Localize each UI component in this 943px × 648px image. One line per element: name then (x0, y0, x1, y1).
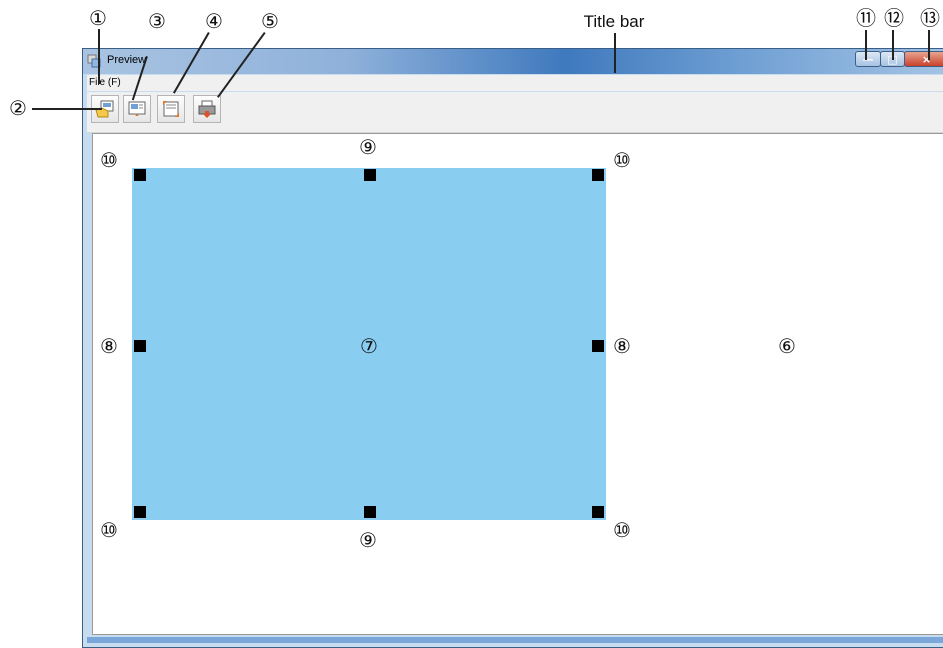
callout-10-top-right: ⑩ (613, 148, 631, 172)
callout-13: ⑬ (920, 6, 940, 30)
minimize-icon: — (862, 52, 874, 66)
callout-12: ⑫ (884, 6, 904, 30)
callout-8-left: ⑧ (100, 334, 118, 358)
menu-bar: File (F) (87, 75, 943, 91)
callout-9-top: ⑨ (359, 135, 377, 159)
leader-line-13 (928, 30, 930, 60)
leader-line-11 (865, 30, 867, 60)
fit-page-icon (163, 101, 179, 117)
callout-9-bottom: ⑨ (359, 528, 377, 552)
page-setup-icon (128, 101, 146, 116)
callout-10-bottom-left: ⑩ (100, 518, 118, 542)
print-icon (198, 100, 216, 118)
print-button[interactable] (193, 95, 221, 123)
callout-5: ⑤ (261, 9, 279, 33)
callout-10-bottom-right: ⑩ (613, 518, 631, 542)
resize-handle-bottom-right[interactable] (592, 506, 604, 518)
title-bar-leader-line (614, 33, 616, 73)
callout-6: ⑥ (778, 334, 796, 358)
callout-10-top-left: ⑩ (100, 148, 118, 172)
menu-file[interactable]: File (F) (89, 77, 121, 88)
leader-line-12 (892, 30, 894, 60)
callout-7: ⑦ (360, 334, 378, 358)
resize-handle-top[interactable] (364, 169, 376, 181)
resize-handle-top-left[interactable] (134, 169, 146, 181)
callout-3: ③ (148, 9, 166, 33)
window-title: Preview (107, 54, 147, 66)
callout-8-right: ⑧ (613, 334, 631, 358)
callout-4: ④ (205, 9, 223, 33)
leader-line-2 (32, 108, 102, 110)
callout-11: ⑪ (856, 6, 876, 30)
resize-handle-top-right[interactable] (592, 169, 604, 181)
callout-2: ② (9, 96, 27, 120)
close-icon: × (921, 52, 932, 66)
toolbar (87, 92, 943, 133)
minimize-button[interactable]: — (855, 51, 881, 67)
title-bar[interactable]: Preview — □ × (83, 49, 943, 74)
resize-handle-bottom[interactable] (364, 506, 376, 518)
page-setup-button[interactable] (123, 95, 151, 123)
resize-handle-left[interactable] (134, 340, 146, 352)
window-bottom-border (87, 637, 943, 643)
leader-line-1 (98, 29, 100, 84)
callout-1: ① (89, 6, 107, 30)
title-bar-label: Title bar (583, 12, 645, 31)
close-button[interactable]: × (904, 51, 943, 67)
resize-handle-right[interactable] (592, 340, 604, 352)
fit-page-button[interactable] (157, 95, 185, 123)
resize-handle-bottom-left[interactable] (134, 506, 146, 518)
